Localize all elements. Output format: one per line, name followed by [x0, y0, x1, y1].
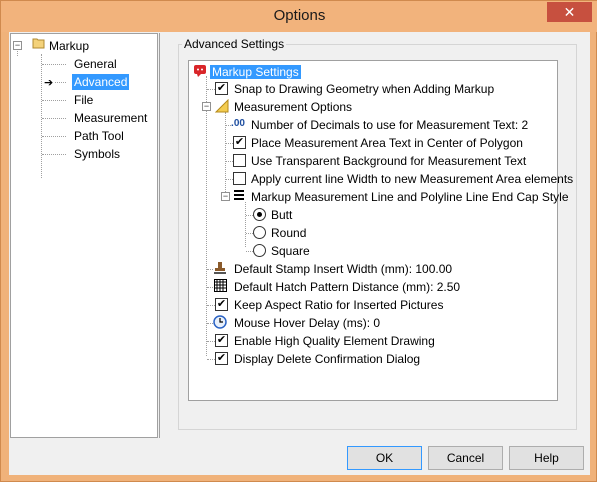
high-quality-label: Enable High Quality Element Drawing: [234, 334, 435, 348]
square-label: Square: [271, 244, 310, 258]
collapse-measurement-icon[interactable]: −: [202, 102, 211, 111]
tree-connector: [207, 89, 215, 90]
tree-connector: [42, 100, 66, 101]
cancel-button[interactable]: Cancel: [428, 446, 503, 470]
clock-icon: [213, 315, 227, 329]
tree-connector: [206, 76, 207, 356]
tree-item-general[interactable]: General: [74, 56, 117, 72]
collapse-markup-icon[interactable]: −: [13, 41, 22, 50]
category-tree[interactable]: − Markup General ➔ Advanced File Measure…: [10, 33, 158, 438]
tree-connector: [207, 359, 215, 360]
snap-checkbox[interactable]: ✔: [215, 82, 228, 95]
decimals-label[interactable]: Number of Decimals to use for Measuremen…: [251, 117, 528, 133]
transparent-bg-checkbox[interactable]: [233, 154, 246, 167]
butt-radio[interactable]: [253, 208, 266, 221]
stamp-icon: [213, 261, 227, 275]
tree-connector: [245, 202, 246, 247]
tree-connector: [226, 179, 233, 180]
aspect-ratio-label: Keep Aspect Ratio for Inserted Pictures: [234, 298, 444, 312]
close-button[interactable]: ✕: [547, 2, 592, 22]
butt-label: Butt: [271, 208, 293, 222]
end-cap-label[interactable]: Markup Measurement Line and Polyline Lin…: [251, 189, 569, 205]
delete-confirm-label: Display Delete Confirmation Dialog: [234, 352, 421, 366]
snap-label: Snap to Drawing Geometry when Adding Mar…: [234, 82, 495, 96]
tree-connector: [207, 305, 215, 306]
markup-settings-label: Markup Settings: [210, 65, 301, 79]
tree-item-path-tool[interactable]: Path Tool: [74, 128, 124, 144]
center-text-checkbox[interactable]: ✔: [233, 136, 246, 149]
markup-settings-node[interactable]: Markup Settings: [210, 64, 301, 80]
high-quality-checkbox[interactable]: ✔: [215, 334, 228, 347]
tree-item-markup[interactable]: Markup: [49, 38, 89, 54]
dialog-client-area: − Markup General ➔ Advanced File Measure…: [9, 32, 590, 475]
hatch-distance-label[interactable]: Default Hatch Pattern Distance (mm): 2.5…: [234, 279, 460, 295]
tree-connector: [42, 136, 66, 137]
tree-connector: [226, 161, 233, 162]
delete-confirm-checkbox[interactable]: ✔: [215, 352, 228, 365]
stamp-width-label[interactable]: Default Stamp Insert Width (mm): 100.00: [234, 261, 452, 277]
tree-item-file[interactable]: File: [74, 92, 93, 108]
measurement-ruler-icon: [214, 98, 229, 113]
collapse-endcap-icon[interactable]: −: [221, 192, 230, 201]
line-style-icon: [232, 189, 246, 203]
tree-connector: [55, 82, 66, 83]
tree-item-symbols[interactable]: Symbols: [74, 146, 120, 162]
round-label: Round: [271, 226, 307, 240]
hatch-pattern-icon: [213, 279, 227, 293]
tree-connector: [226, 143, 233, 144]
tree-connector: [42, 154, 66, 155]
options-dialog: Options ✕ − Markup General ➔ Advanced Fi…: [0, 0, 597, 482]
aspect-ratio-checkbox[interactable]: ✔: [215, 298, 228, 311]
decimals-icon: .00: [231, 118, 245, 129]
tree-item-measurement[interactable]: Measurement: [74, 110, 147, 126]
tree-connector: [42, 64, 66, 65]
line-width-checkbox[interactable]: [233, 172, 246, 185]
window-title: Options: [273, 7, 326, 24]
round-radio[interactable]: [253, 226, 266, 239]
tree-connector: [42, 118, 66, 119]
tree-connector: [246, 215, 253, 216]
help-button[interactable]: Help: [509, 446, 584, 470]
tree-connector: [41, 54, 42, 178]
folder-open-icon: [32, 37, 46, 51]
title-bar[interactable]: Options ✕: [1, 1, 597, 32]
arrow-pointer-icon: ➔: [44, 77, 54, 89]
button-bar: OK Cancel Help: [9, 438, 590, 475]
tree-connector: [246, 251, 253, 252]
settings-area: Advanced Settings Markup Settings ✔ Snap…: [159, 33, 590, 438]
measurement-options-label[interactable]: Measurement Options: [234, 99, 352, 115]
center-text-label: Place Measurement Area Text in Center of…: [251, 136, 523, 150]
radio-dot: [257, 212, 262, 217]
ok-button[interactable]: OK: [347, 446, 422, 470]
tree-connector: [207, 341, 215, 342]
transparent-bg-label: Use Transparent Background for Measureme…: [251, 154, 527, 168]
square-radio[interactable]: [253, 244, 266, 257]
settings-tree[interactable]: Markup Settings ✔ Snap to Drawing Geomet…: [188, 60, 573, 401]
tree-item-advanced[interactable]: Advanced: [72, 74, 130, 90]
line-width-label: Apply current line Width to new Measurem…: [251, 172, 574, 186]
hover-delay-label[interactable]: Mouse Hover Delay (ms): 0: [234, 315, 380, 331]
group-label: Advanced Settings: [182, 37, 287, 51]
markup-settings-icon: [193, 64, 207, 78]
tree-connector: [246, 233, 253, 234]
